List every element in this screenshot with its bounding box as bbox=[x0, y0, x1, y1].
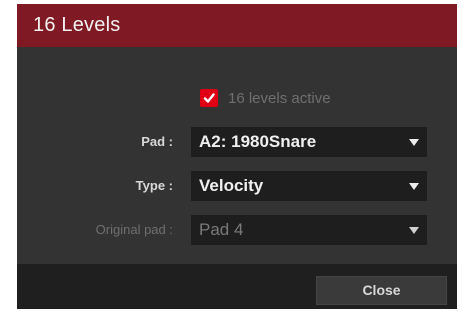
pad-row: Pad : A2: 1980Snare bbox=[17, 127, 457, 157]
type-label: Type : bbox=[135, 178, 173, 193]
dialog-title: 16 Levels bbox=[33, 14, 121, 36]
type-select[interactable]: Velocity bbox=[191, 171, 427, 201]
dialog-footer: Close bbox=[17, 264, 457, 309]
original-pad-select-value: Pad 4 bbox=[199, 220, 244, 239]
pad-select-value: A2: 1980Snare bbox=[199, 132, 317, 151]
levels-active-option[interactable]: 16 levels active bbox=[200, 89, 331, 107]
checkmark-icon bbox=[203, 93, 215, 103]
original-pad-select[interactable]: Pad 4 bbox=[191, 215, 427, 245]
chevron-down-icon bbox=[409, 139, 419, 146]
chevron-down-icon bbox=[409, 183, 419, 190]
original-pad-label: Original pad : bbox=[95, 222, 173, 237]
close-button[interactable]: Close bbox=[316, 276, 447, 305]
original-pad-row: Original pad : Pad 4 bbox=[17, 215, 457, 245]
pad-select[interactable]: A2: 1980Snare bbox=[191, 127, 427, 157]
pad-label: Pad : bbox=[141, 134, 173, 149]
title-bar: 16 Levels bbox=[17, 4, 457, 47]
type-select-value: Velocity bbox=[199, 176, 264, 195]
levels-active-label: 16 levels active bbox=[228, 89, 331, 107]
type-row: Type : Velocity bbox=[17, 171, 457, 201]
dialog-body: 16 levels active Pad : A2: 1980Snare Typ… bbox=[17, 47, 457, 264]
chevron-down-icon bbox=[409, 227, 419, 234]
levels-dialog: 16 Levels 16 levels active Pad : A2: 198… bbox=[17, 4, 457, 309]
levels-active-checkbox[interactable] bbox=[200, 89, 218, 107]
